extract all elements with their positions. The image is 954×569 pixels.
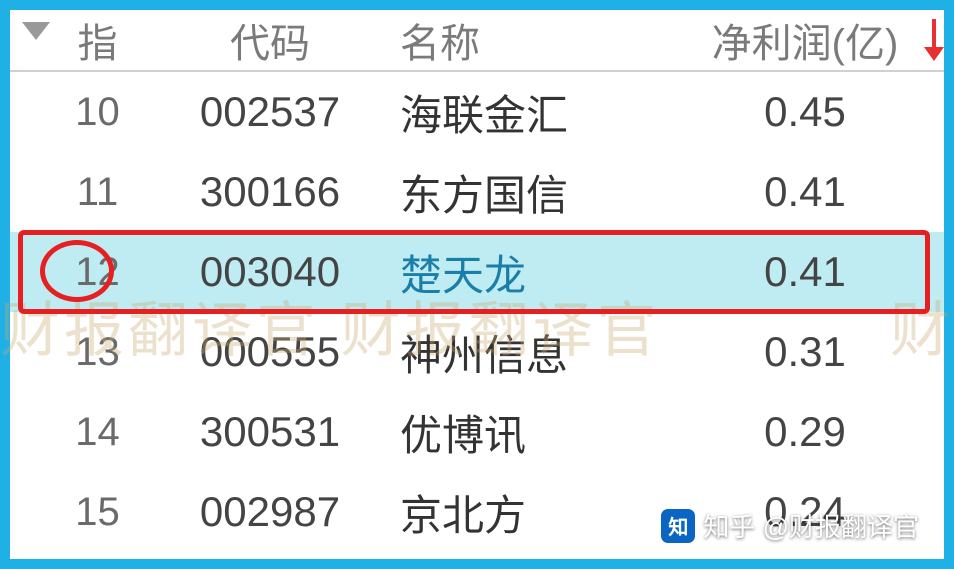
row-code: 003040 (150, 248, 390, 296)
content-area: 指 代码 名称 净利润(亿) 财报翻译官 财报翻译官 财 10 002537 海… (10, 10, 944, 559)
row-index: 12 (10, 250, 150, 295)
row-code: 300166 (150, 168, 390, 216)
table-body: 财报翻译官 财报翻译官 财 10 002537 海联金汇 0.45 11 300… (10, 72, 944, 552)
table-header: 指 代码 名称 净利润(亿) (10, 10, 944, 72)
row-name: 海联金汇 (390, 82, 670, 143)
row-profit: 0.45 (670, 88, 940, 136)
row-index: 15 (10, 490, 150, 535)
row-profit: 0.41 (670, 248, 940, 296)
sort-desc-icon (928, 19, 940, 63)
row-index: 13 (10, 330, 150, 375)
header-code-label: 代码 (230, 22, 310, 66)
row-index: 11 (10, 170, 150, 215)
header-profit-label: 净利润(亿) (712, 22, 899, 66)
header-name[interactable]: 名称 (390, 11, 670, 69)
row-profit: 0.31 (670, 328, 940, 376)
row-code: 300531 (150, 408, 390, 456)
row-name: 神州信息 (390, 322, 670, 383)
row-code: 000555 (150, 328, 390, 376)
header-indicator[interactable]: 指 (10, 11, 150, 69)
table-row[interactable]: 11 300166 东方国信 0.41 (10, 152, 944, 232)
row-profit: 0.41 (670, 168, 940, 216)
row-profit: 0.29 (670, 408, 940, 456)
header-indicator-label: 指 (78, 22, 118, 66)
table-row[interactable]: 10 002537 海联金汇 0.45 (10, 72, 944, 152)
row-name: 京北方 (390, 482, 670, 543)
row-code: 002987 (150, 488, 390, 536)
table-row[interactable]: 13 000555 神州信息 0.31 (10, 312, 944, 392)
row-index: 10 (10, 90, 150, 135)
row-index: 14 (10, 410, 150, 455)
header-code[interactable]: 代码 (150, 11, 390, 69)
app-frame: 指 代码 名称 净利润(亿) 财报翻译官 财报翻译官 财 10 002537 海… (0, 0, 954, 569)
row-name: 楚天龙 (390, 242, 670, 303)
row-code: 002537 (150, 88, 390, 136)
table-row[interactable]: 14 300531 优博讯 0.29 (10, 392, 944, 472)
header-name-label: 名称 (400, 22, 480, 66)
dropdown-icon[interactable] (22, 22, 50, 40)
row-name: 东方国信 (390, 162, 670, 223)
zhihu-author-text: 知乎 @财报翻译官 (703, 507, 919, 544)
header-profit[interactable]: 净利润(亿) (670, 11, 940, 69)
table-row-selected[interactable]: 12 003040 楚天龙 0.41 (10, 232, 944, 312)
zhihu-attribution: 知 知乎 @财报翻译官 (661, 507, 919, 544)
row-name: 优博讯 (390, 402, 670, 463)
zhihu-logo-icon: 知 (661, 509, 695, 543)
